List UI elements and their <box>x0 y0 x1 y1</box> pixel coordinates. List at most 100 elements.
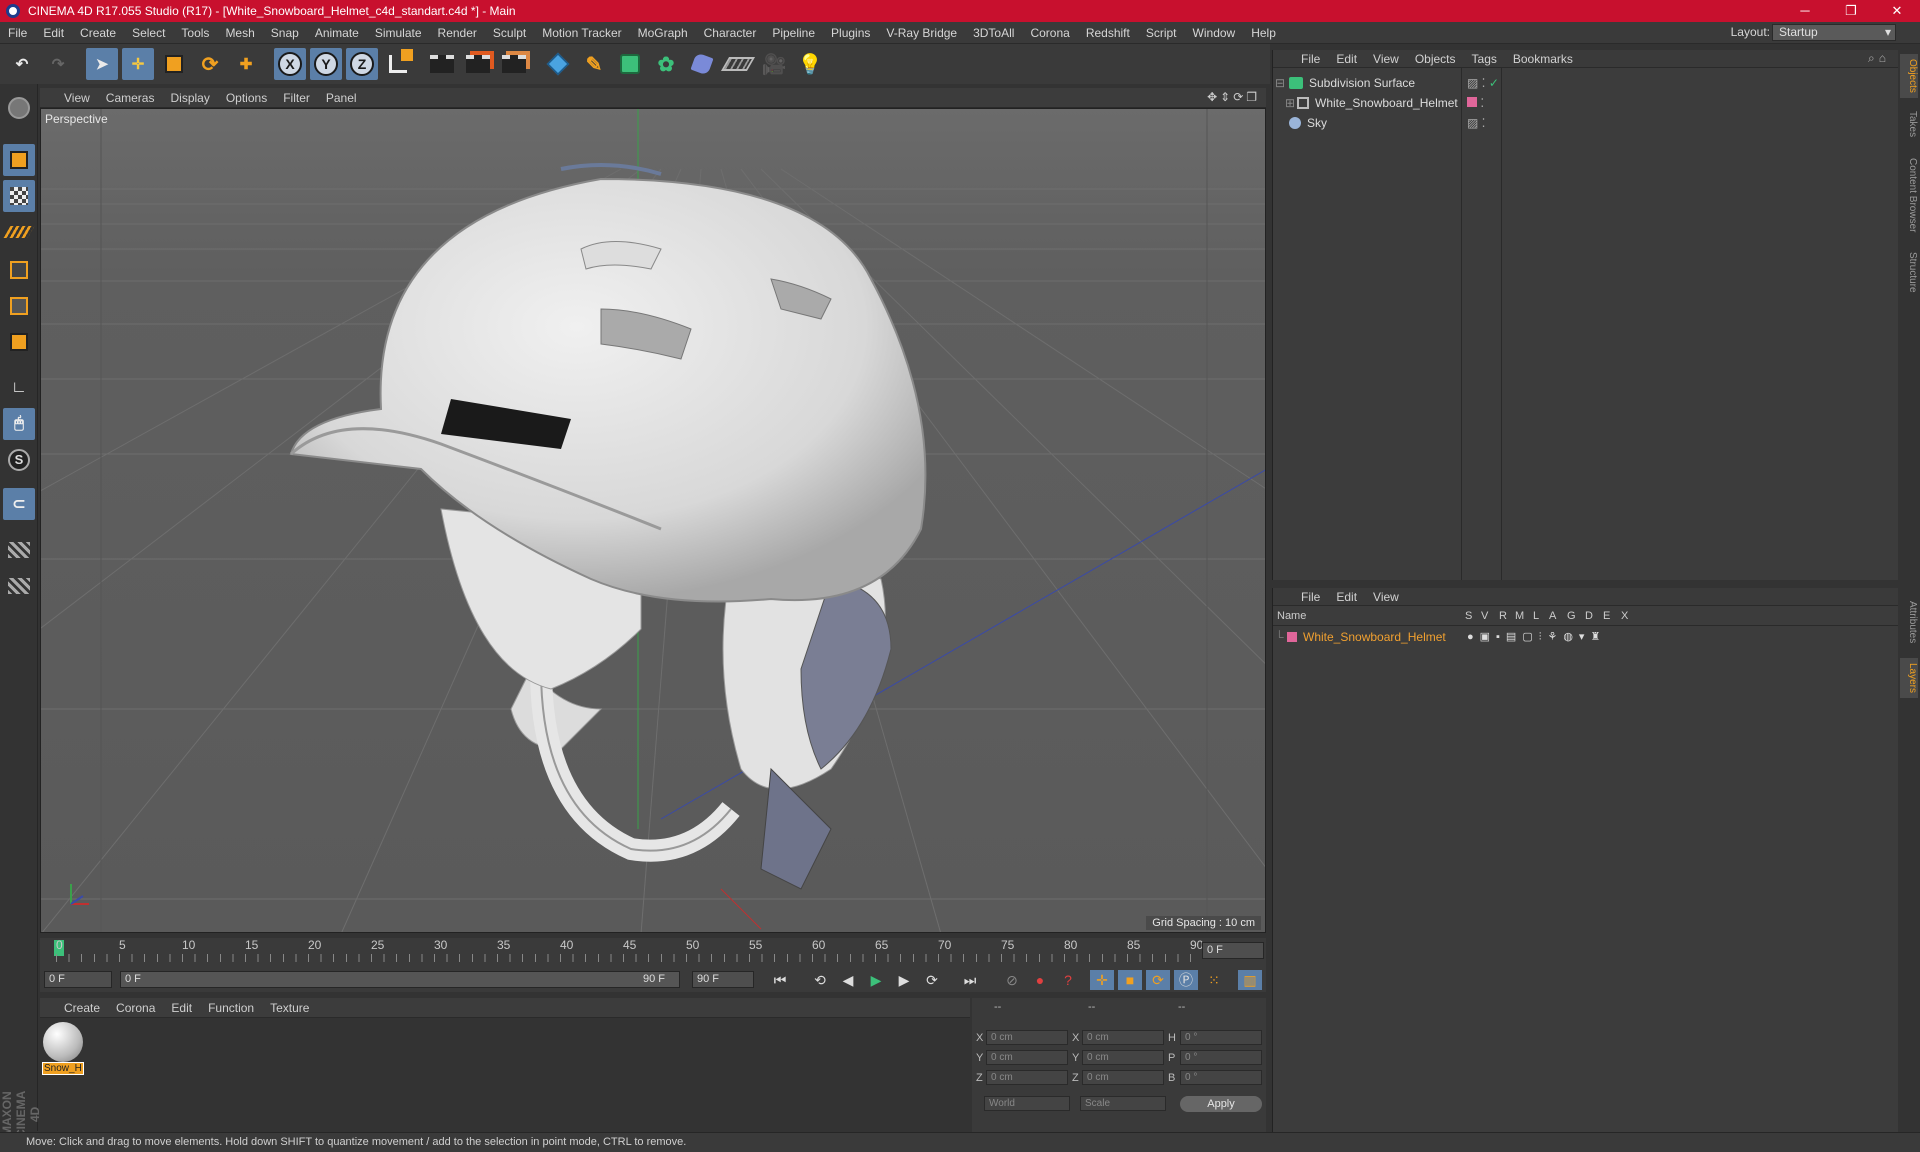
visibility-dots-icon[interactable]: ⁚ <box>1467 96 1484 110</box>
position-x-field[interactable]: 0 cm <box>986 1030 1068 1045</box>
lm-menu-edit[interactable]: Edit <box>1328 590 1365 604</box>
menu-tools[interactable]: Tools <box>173 26 217 40</box>
viewport-menu-view[interactable]: View <box>56 91 98 105</box>
material-menu-corona[interactable]: Corona <box>108 1001 163 1015</box>
floor-icon[interactable] <box>720 48 756 80</box>
close-button[interactable]: ✕ <box>1874 0 1920 22</box>
tab-layers[interactable]: Layers <box>1900 658 1918 698</box>
tab-takes[interactable]: Takes <box>1900 102 1918 146</box>
tab-objects[interactable]: Objects <box>1900 54 1918 98</box>
material-menu-edit[interactable]: Edit <box>163 1001 200 1015</box>
position-z-field[interactable]: 0 cm <box>986 1070 1068 1085</box>
workplane-align-icon[interactable] <box>3 570 35 602</box>
scale-tool-icon[interactable] <box>158 48 190 80</box>
menu-help[interactable]: Help <box>1243 26 1284 40</box>
model-mode-icon[interactable] <box>3 144 35 176</box>
coordinate-system-icon[interactable] <box>382 48 414 80</box>
solo-mode-icon[interactable]: S <box>3 444 35 476</box>
material-swatch[interactable]: Snow_H <box>42 1022 84 1078</box>
tweak-mode-icon[interactable]: 🖱 <box>3 408 35 440</box>
collapse-toggle-icon[interactable]: ⊟ <box>1275 76 1285 90</box>
menu-plugins[interactable]: Plugins <box>823 26 878 40</box>
menu-motion-tracker[interactable]: Motion Tracker <box>534 26 629 40</box>
record-keys-icon[interactable]: ⊘ <box>1000 970 1024 990</box>
viewport-menu-filter[interactable]: Filter <box>275 91 318 105</box>
make-editable-icon[interactable] <box>3 92 35 124</box>
current-frame-field[interactable]: 0 F <box>1202 942 1264 959</box>
lm-menu-view[interactable]: View <box>1365 590 1407 604</box>
tab-attributes[interactable]: Attributes <box>1900 590 1918 654</box>
om-search-home-icons[interactable]: ⌕⌂ <box>1868 51 1890 66</box>
workplane-lock-icon[interactable] <box>3 534 35 566</box>
polygons-mode-icon[interactable] <box>3 326 35 358</box>
menu-3dtoall[interactable]: 3DToAll <box>965 26 1022 40</box>
material-menu-texture[interactable]: Texture <box>262 1001 317 1015</box>
viewport-navigation-icons[interactable]: ✥⇕⟳❐ <box>1207 90 1260 104</box>
menu-pipeline[interactable]: Pipeline <box>764 26 823 40</box>
key-position-icon[interactable]: ✛ <box>1090 970 1114 990</box>
transform-tool-icon[interactable]: ✚ <box>230 48 262 80</box>
previous-key-icon[interactable]: ⟲ <box>808 970 832 990</box>
viewport-menu-cameras[interactable]: Cameras <box>98 91 163 105</box>
menu-render[interactable]: Render <box>430 26 485 40</box>
layer-flag-icons[interactable]: ●▣▪▤▢⫶⚘◍▾♜ <box>1467 630 1606 644</box>
live-selection-icon[interactable]: ➤ <box>86 48 118 80</box>
render-settings-icon[interactable] <box>498 48 530 80</box>
menu-select[interactable]: Select <box>124 26 173 40</box>
spline-pen-icon[interactable]: ✎ <box>578 48 610 80</box>
key-scale-icon[interactable]: ■ <box>1118 970 1142 990</box>
tab-structure[interactable]: Structure <box>1900 244 1918 300</box>
move-tool-icon[interactable]: ✛ <box>122 48 154 80</box>
rotation-h-field[interactable]: 0 ° <box>1180 1030 1262 1045</box>
rotation-p-field[interactable]: 0 ° <box>1180 1050 1262 1065</box>
x-axis-lock-button[interactable]: X <box>274 48 306 80</box>
minimize-button[interactable]: ─ <box>1782 0 1828 22</box>
points-mode-icon[interactable] <box>3 254 35 286</box>
y-axis-lock-button[interactable]: Y <box>310 48 342 80</box>
workplane-mode-icon[interactable] <box>3 216 35 248</box>
viewport-camera-label[interactable]: Perspective <box>45 112 108 126</box>
previous-frame-icon[interactable]: ◀ <box>836 970 860 990</box>
material-menu-create[interactable]: Create <box>56 1001 108 1015</box>
size-z-field[interactable]: 0 cm <box>1082 1070 1164 1085</box>
rotation-b-field[interactable]: 0 ° <box>1180 1070 1262 1085</box>
preview-range-slider[interactable]: 0 F 90 F <box>120 971 680 988</box>
autokey-icon[interactable]: ● <box>1028 970 1052 990</box>
subdivision-surface-icon[interactable] <box>614 48 646 80</box>
next-frame-icon[interactable]: ▶ <box>892 970 916 990</box>
object-row-white-snowboard-helmet[interactable]: ⊞ White_Snowboard_Helmet ⁚ <box>1275 94 1895 112</box>
om-menu-edit[interactable]: Edit <box>1328 52 1365 66</box>
layer-color-swatch[interactable] <box>1287 632 1297 642</box>
deformer-icon[interactable] <box>686 48 718 80</box>
end-frame-field[interactable]: 90 F <box>692 971 754 988</box>
redo-button[interactable]: ↷ <box>42 48 74 80</box>
om-menu-view[interactable]: View <box>1365 52 1407 66</box>
om-menu-objects[interactable]: Objects <box>1407 52 1464 66</box>
menu-character[interactable]: Character <box>696 26 765 40</box>
coordinate-space-dropdown[interactable]: World <box>984 1096 1070 1111</box>
menu-mograph[interactable]: MoGraph <box>630 26 696 40</box>
texture-mode-icon[interactable] <box>3 180 35 212</box>
object-row-sky[interactable]: Sky ▨ ⁚ <box>1275 114 1895 132</box>
size-x-field[interactable]: 0 cm <box>1082 1030 1164 1045</box>
viewport-menu-options[interactable]: Options <box>218 91 275 105</box>
keyframe-selection-icon[interactable]: ? <box>1056 970 1080 990</box>
key-point-level-icon[interactable]: ⁙ <box>1202 970 1226 990</box>
viewport-menu-display[interactable]: Display <box>162 91 217 105</box>
snapping-magnet-icon[interactable]: ⊂ <box>3 488 35 520</box>
next-key-icon[interactable]: ⟳ <box>920 970 944 990</box>
key-parameter-icon[interactable]: Ⓟ <box>1174 970 1198 990</box>
menu-vray-bridge[interactable]: V-Ray Bridge <box>878 26 965 40</box>
visibility-dots-icon[interactable]: ▨ ⁚ ✓ <box>1467 76 1499 90</box>
menu-mesh[interactable]: Mesh <box>217 26 262 40</box>
om-menu-bookmarks[interactable]: Bookmarks <box>1505 52 1581 66</box>
cloner-icon[interactable]: ✿ <box>650 48 682 80</box>
menu-snap[interactable]: Snap <box>263 26 307 40</box>
om-menu-tags[interactable]: Tags <box>1464 52 1505 66</box>
render-to-picture-viewer-icon[interactable] <box>462 48 494 80</box>
start-frame-field[interactable]: 0 F <box>44 971 112 988</box>
key-rotation-icon[interactable]: ⟳ <box>1146 970 1170 990</box>
material-menu-function[interactable]: Function <box>200 1001 262 1015</box>
menu-corona[interactable]: Corona <box>1022 26 1077 40</box>
lm-menu-file[interactable]: File <box>1293 590 1328 604</box>
